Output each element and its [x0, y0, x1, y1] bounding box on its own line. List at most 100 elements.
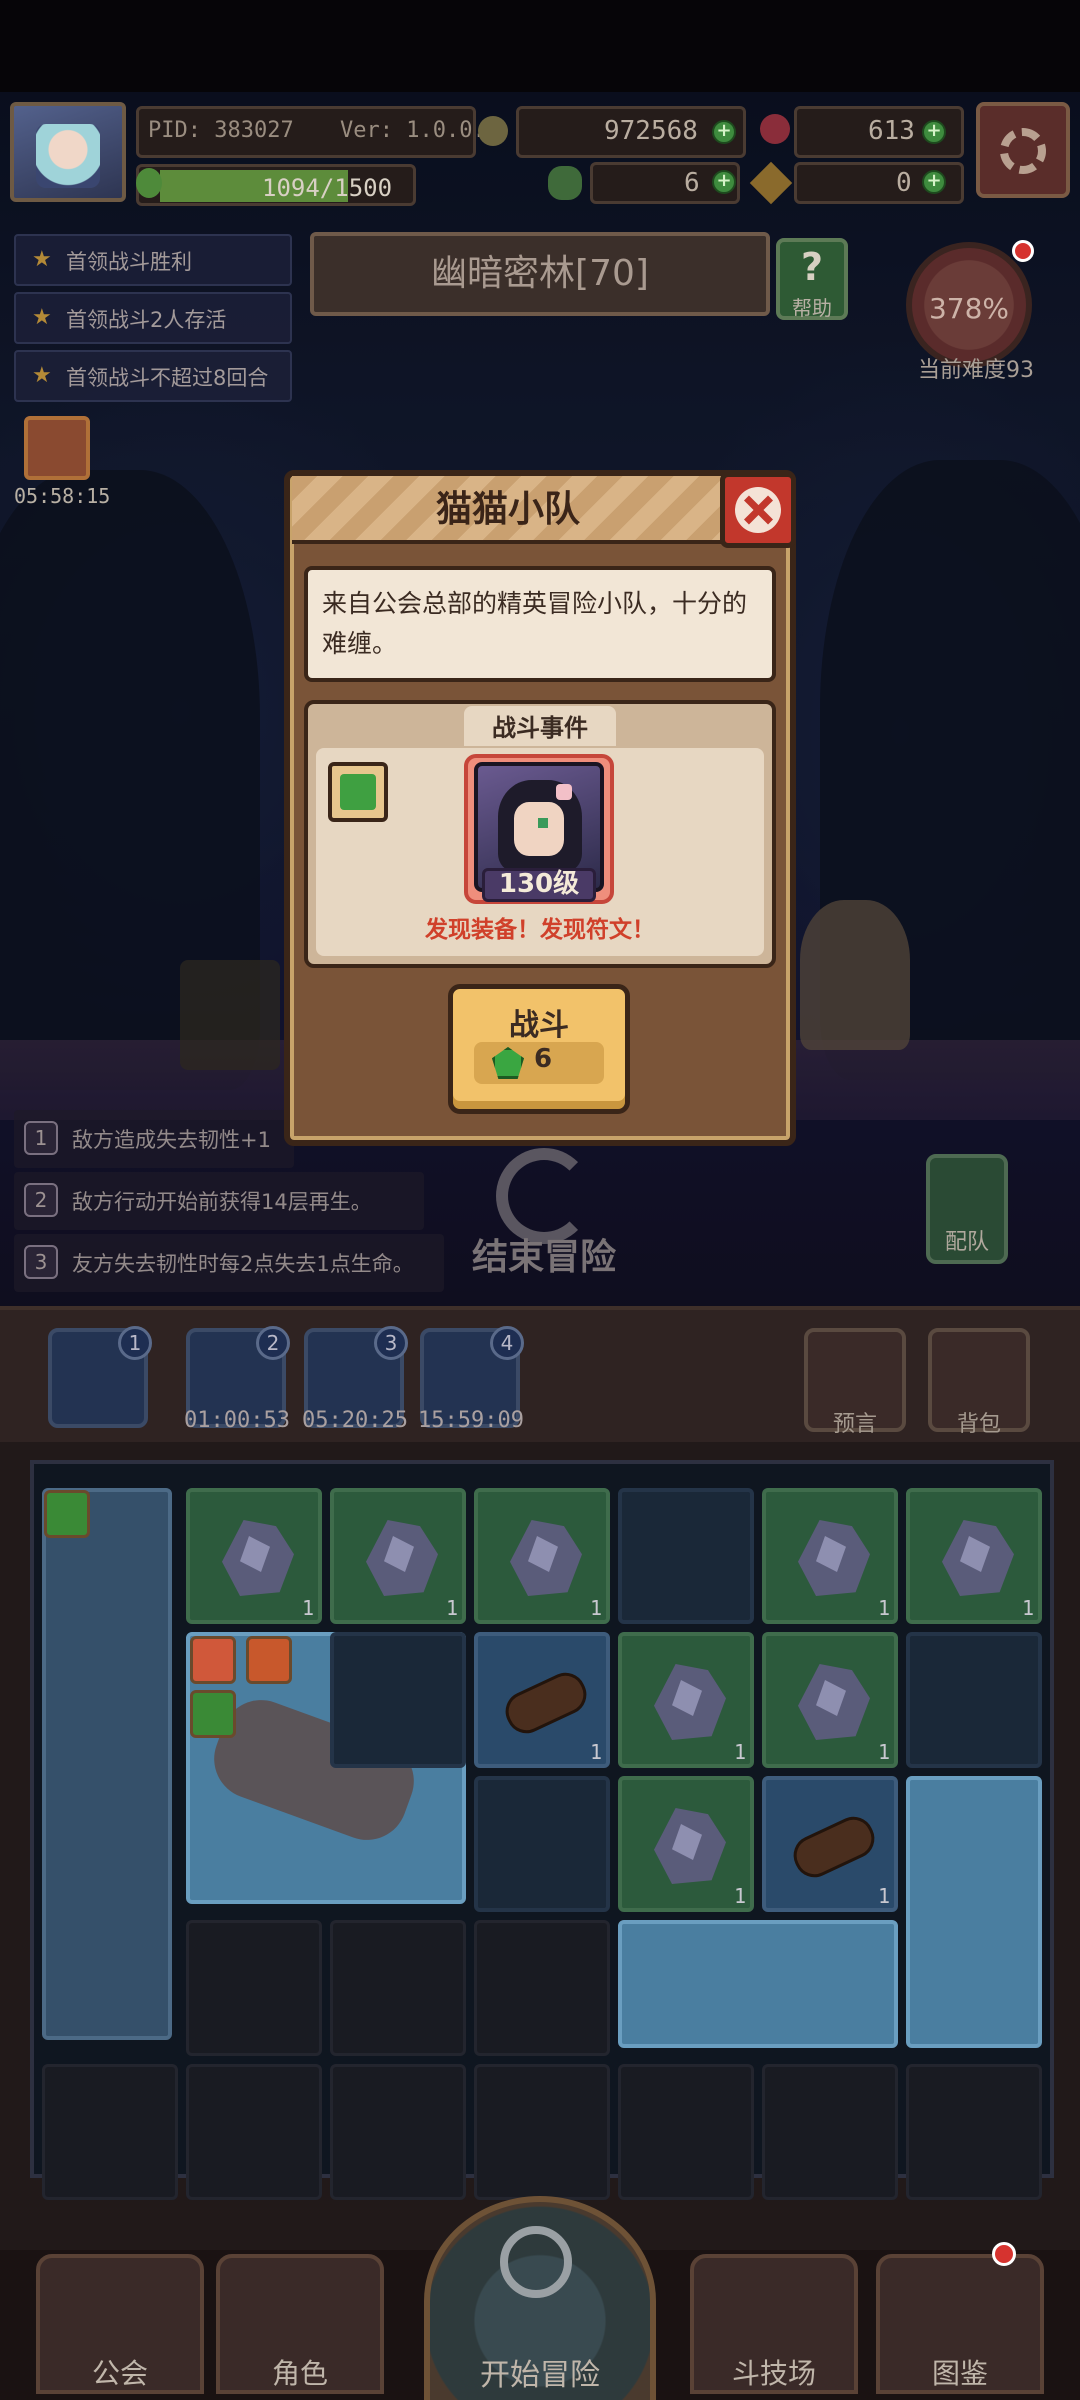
objective-1: ★ 首领战斗胜利: [14, 234, 292, 286]
difficulty-percent: 378%: [928, 292, 1010, 325]
objective-2: ★ 首领战斗2人存活: [14, 292, 292, 344]
chest-tile[interactable]: [330, 1632, 466, 1768]
add-gem-icon[interactable]: +: [922, 120, 946, 144]
question-icon: ?: [800, 245, 824, 289]
gem-tile[interactable]: 1: [762, 1632, 898, 1768]
mushroom-tile[interactable]: [474, 1776, 610, 1912]
xp-text: 1094/1500: [262, 174, 393, 202]
team-button[interactable]: 配队: [926, 1154, 1008, 1264]
wood-icon: [499, 1666, 593, 1740]
empty-tile[interactable]: [906, 2064, 1042, 2200]
slot-timer: 05:20:25: [302, 1408, 408, 1433]
settings-button[interactable]: [976, 102, 1070, 198]
empty-tile[interactable]: [762, 2064, 898, 2200]
star-icon: [246, 1636, 292, 1684]
stone-pillar-tile[interactable]: [42, 1488, 172, 2040]
nav-guild-label: 公会: [91, 2357, 148, 2390]
gold-icon: [478, 116, 508, 146]
gem-tile[interactable]: 1: [330, 1488, 466, 1624]
dialog-title: 猫猫小队: [435, 489, 580, 530]
empty-tile[interactable]: [618, 2064, 754, 2200]
status-bar: [0, 0, 1080, 92]
empty-tile[interactable]: [42, 2064, 178, 2200]
add-clover-icon[interactable]: +: [712, 170, 736, 194]
pid-text: PID: 383027: [148, 118, 294, 143]
modifier-1: 1 敌方造成失去韧性+1: [14, 1110, 294, 1168]
help-button[interactable]: ? 帮助: [776, 238, 848, 320]
magnifier-icon: [500, 2226, 572, 2298]
ore-icon: [366, 1520, 438, 1596]
empty-tile[interactable]: [330, 2064, 466, 2200]
ruins-tile[interactable]: [618, 1920, 898, 2048]
gem-tile[interactable]: 1: [618, 1632, 754, 1768]
slots-bar: [0, 1306, 1080, 1442]
star-icon: ★: [32, 305, 52, 330]
empty-tile[interactable]: [330, 1920, 466, 2056]
notification-dot: [992, 2242, 1016, 2266]
empty-tile[interactable]: [474, 2064, 610, 2200]
gem-value: 613: [868, 116, 915, 146]
ore-icon: [798, 1664, 870, 1740]
wood-tile[interactable]: 1: [474, 1632, 610, 1768]
gem-tile[interactable]: 1: [474, 1488, 610, 1624]
ore-icon: [654, 1808, 726, 1884]
fight-label: 战斗: [509, 1008, 569, 1043]
tombstone-tile[interactable]: [618, 1488, 754, 1624]
gem-tile[interactable]: 1: [906, 1488, 1042, 1624]
nav-codex-label: 图鉴: [931, 2357, 988, 2390]
xp-icon: [136, 168, 162, 198]
ore-icon: [654, 1664, 726, 1740]
event-description: 来自公会总部的精英冒险小队，十分的难缠。: [322, 589, 748, 658]
modifier-3: 3 友方失去韧性时每2点失去1点生命。: [14, 1234, 444, 1292]
difficulty-label: 当前难度93: [918, 358, 1034, 383]
add-key-icon[interactable]: +: [922, 170, 946, 194]
empty-tile[interactable]: [186, 1920, 322, 2056]
key-value: 0: [896, 168, 912, 198]
prophecy-button[interactable]: 预言: [804, 1328, 906, 1437]
gem-tile[interactable]: 1: [762, 1488, 898, 1624]
reward-text: 发现装备！发现符文！: [425, 917, 655, 943]
thumb-icon: [44, 1490, 90, 1538]
clover-icon: [548, 166, 582, 200]
add-gold-icon[interactable]: +: [712, 120, 736, 144]
modifier-2: 2 敌方行动开始前获得14层再生。: [14, 1172, 424, 1230]
wood-tile[interactable]: 1: [762, 1776, 898, 1912]
star-icon: ★: [32, 247, 52, 272]
nest-tile[interactable]: [906, 1632, 1042, 1768]
slot-number: 1: [118, 1326, 152, 1360]
thumb-icon: [190, 1690, 236, 1738]
thumb-icon: [328, 762, 388, 822]
gear-icon: [1000, 128, 1046, 174]
ore-icon: [942, 1520, 1014, 1596]
nav-character-label: 角色: [271, 2357, 328, 2390]
wood-icon: [787, 1810, 881, 1884]
red-gem-icon: [760, 114, 790, 144]
event-title: 战斗事件: [492, 714, 588, 742]
enemy-level: 130级: [498, 869, 580, 899]
chest-icon[interactable]: [24, 416, 90, 480]
shrine-tile[interactable]: [906, 1776, 1042, 2048]
objective-3: ★ 首领战斗不超过8回合: [14, 350, 292, 402]
ore-icon: [222, 1520, 294, 1596]
gem-tile[interactable]: 1: [186, 1488, 322, 1624]
chest-timer: 05:58:15: [14, 484, 111, 508]
notification-dot: [1012, 240, 1034, 262]
fight-cost: 6: [534, 1044, 553, 1074]
version-text: Ver: 1.0.0.8: [340, 118, 499, 143]
slot-number: 3: [374, 1326, 408, 1360]
slot-timer: 01:00:53: [184, 1408, 290, 1433]
slot-timer: 15:59:09: [418, 1408, 524, 1433]
empty-tile[interactable]: [474, 1920, 610, 2056]
end-adventure-label: 结束冒险: [471, 1237, 616, 1278]
ore-icon: [510, 1520, 582, 1596]
nav-start-label: 开始冒险: [480, 2358, 600, 2393]
close-button[interactable]: [720, 472, 796, 548]
player-avatar[interactable]: [10, 102, 126, 202]
slot-number: 4: [490, 1326, 524, 1360]
empty-tile[interactable]: [186, 2064, 322, 2200]
bear-icon: [190, 1636, 236, 1684]
clover-value: 6: [684, 168, 700, 198]
star-icon: ★: [32, 363, 52, 388]
backpack-button[interactable]: 背包: [928, 1328, 1030, 1437]
gem-tile[interactable]: 1: [618, 1776, 754, 1912]
